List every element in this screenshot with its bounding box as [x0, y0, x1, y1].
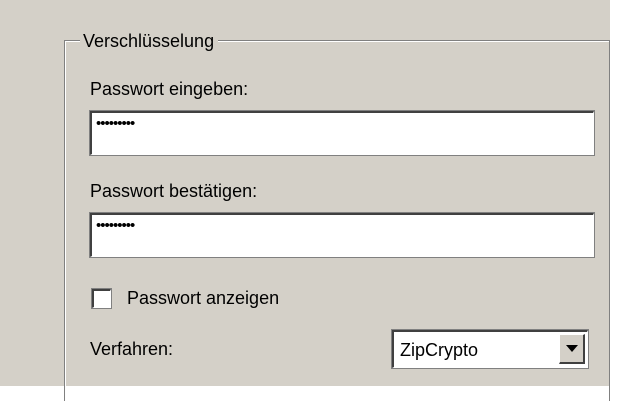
password-input[interactable]: •••••••••	[90, 111, 594, 155]
show-password-checkbox[interactable]	[92, 289, 111, 308]
encryption-group-title: Verschlüsselung	[80, 30, 219, 52]
password-label: Passwort eingeben:	[90, 79, 249, 99]
method-value: ZipCrypto	[400, 340, 479, 360]
show-password-label[interactable]: Passwort anzeigen	[127, 287, 279, 309]
confirm-password-input[interactable]: •••••••••	[90, 213, 594, 257]
password-value: •••••••••	[96, 115, 135, 132]
confirm-password-label: Passwort bestätigen:	[90, 181, 258, 201]
encryption-panel: Verschlüsselung Passwort eingeben: •••••…	[0, 0, 610, 401]
chevron-down-icon	[566, 345, 578, 352]
method-label: Verfahren:	[90, 339, 174, 359]
dropdown-button[interactable]	[559, 334, 585, 364]
confirm-password-value: •••••••••	[96, 217, 135, 234]
method-select[interactable]: ZipCrypto	[392, 330, 588, 368]
